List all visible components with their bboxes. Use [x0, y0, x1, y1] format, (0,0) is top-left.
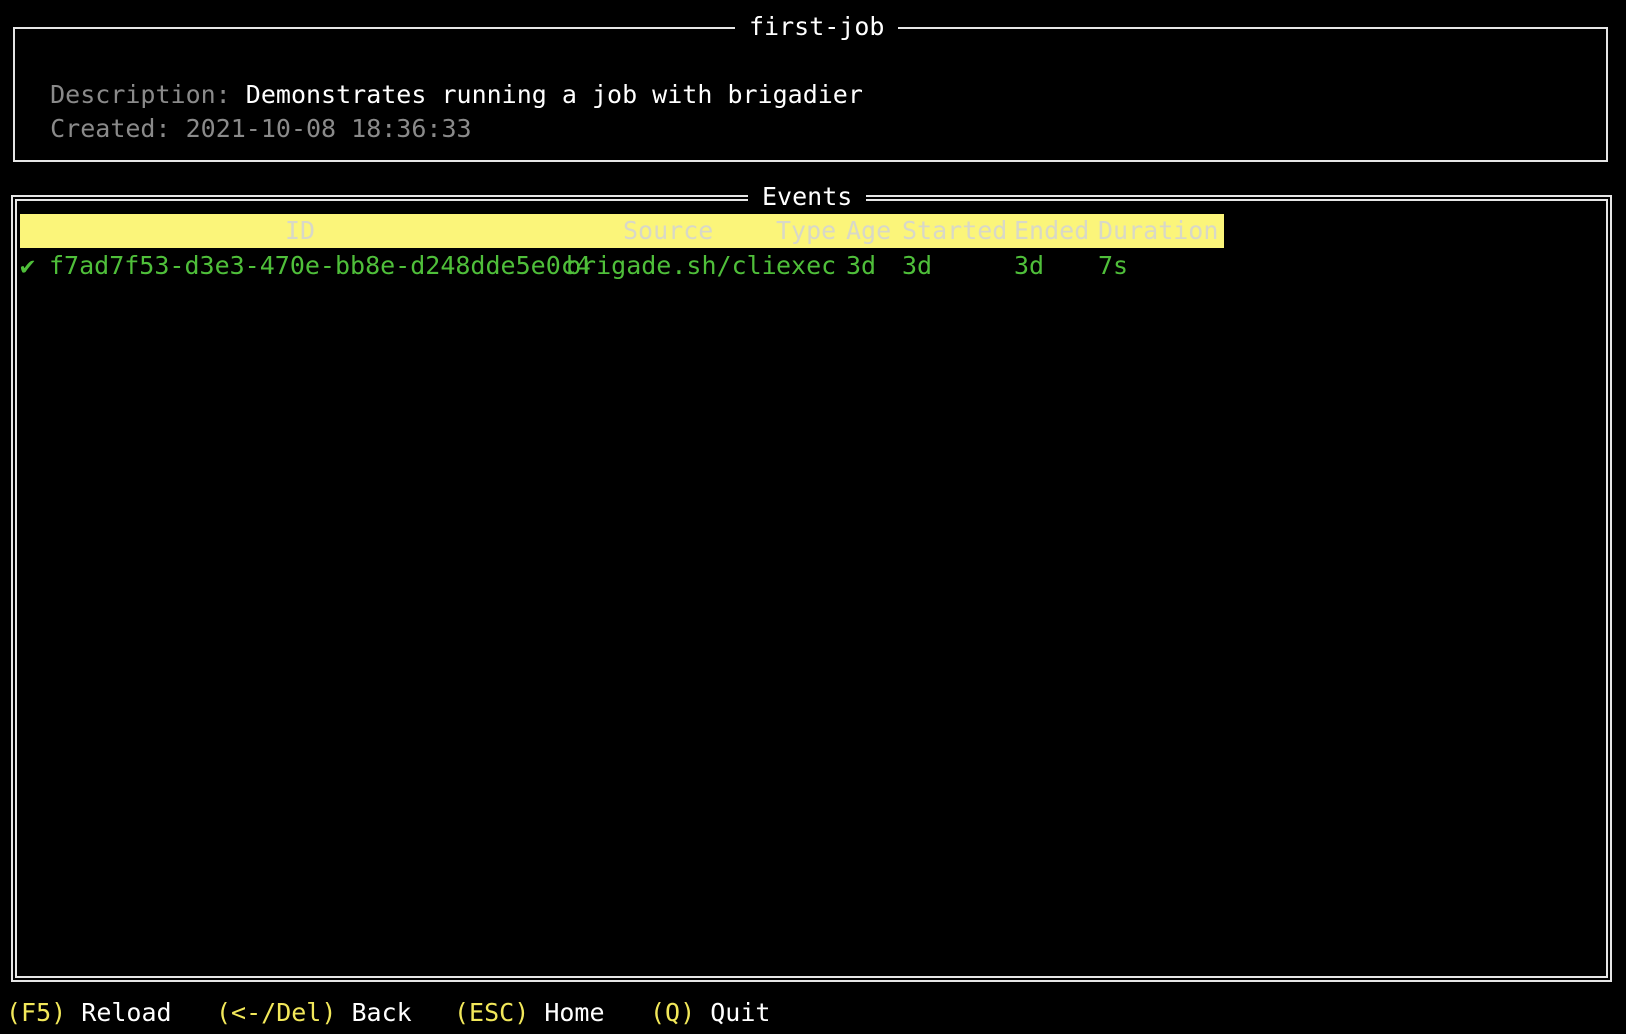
- event-age: 3d: [846, 251, 877, 280]
- event-started: 3d: [902, 251, 933, 280]
- created-value: 2021-10-08 18:36:33: [185, 114, 472, 143]
- column-header-source: Source: [623, 216, 714, 245]
- column-header-started: Started: [902, 216, 1008, 245]
- event-duration: 7s: [1098, 251, 1129, 280]
- events-panel-title: Events: [748, 180, 867, 214]
- reload-label: Reload: [81, 998, 172, 1027]
- reload-key: (F5): [6, 998, 67, 1027]
- footer-item-quit[interactable]: (Q) Quit: [650, 996, 770, 1030]
- table-row[interactable]: ✔ f7ad7f53-d3e3-470e-bb8e-d248dde5e0c4 b…: [20, 249, 1224, 283]
- home-label: Home: [544, 998, 605, 1027]
- quit-key: (Q): [650, 998, 696, 1027]
- column-header-duration: Duration: [1098, 216, 1219, 245]
- footer-item-reload[interactable]: (F5) Reload: [6, 996, 172, 1030]
- back-key: (<-/Del): [216, 998, 337, 1027]
- event-source: brigade.sh/cli: [566, 251, 777, 280]
- home-key: (ESC): [454, 998, 530, 1027]
- events-table-header: ID Source Type Age Started Ended Duratio…: [20, 214, 1224, 248]
- project-title: first-job: [735, 10, 899, 44]
- status-check-icon: ✔: [20, 251, 36, 280]
- event-type: exec: [776, 251, 837, 280]
- created-label: Created:: [50, 114, 171, 143]
- quit-label: Quit: [710, 998, 771, 1027]
- column-header-type: Type: [776, 216, 837, 245]
- column-header-id: ID: [285, 216, 316, 245]
- back-label: Back: [351, 998, 412, 1027]
- event-ended: 3d: [1014, 251, 1045, 280]
- column-header-ended: Ended: [1014, 216, 1090, 245]
- events-panel: [11, 195, 1612, 982]
- footer-item-home[interactable]: (ESC) Home: [454, 996, 605, 1030]
- column-header-age: Age: [846, 216, 892, 245]
- event-id: f7ad7f53-d3e3-470e-bb8e-d248dde5e0c4: [49, 251, 591, 280]
- footer-item-back[interactable]: (<-/Del) Back: [216, 996, 412, 1030]
- created-row: Created: 2021-10-08 18:36:33: [20, 78, 472, 146]
